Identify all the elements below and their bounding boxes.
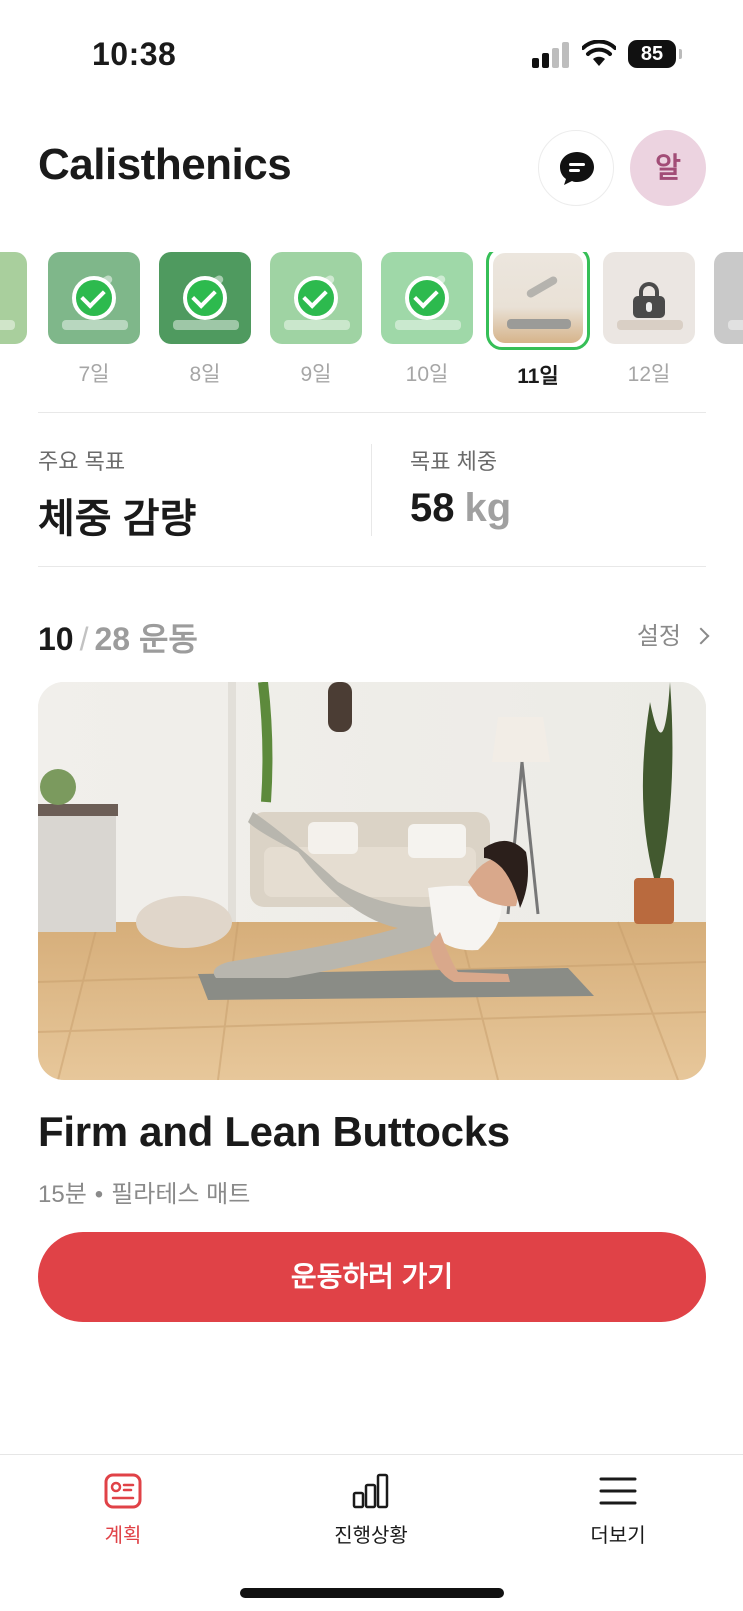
progress-done-count: 10: [38, 621, 74, 657]
day-label: 12일: [627, 363, 671, 386]
chevron-right-icon: [692, 627, 710, 645]
settings-link[interactable]: 설정: [636, 616, 710, 651]
chat-button[interactable]: [538, 130, 614, 206]
divider: [38, 566, 706, 567]
wifi-icon: [582, 40, 616, 66]
target-weight: 목표 체중 58 kg: [410, 444, 511, 531]
target-weight-label: 목표 체중: [410, 449, 498, 474]
day-thumbnail: [381, 252, 473, 344]
current-day-highlight: [486, 252, 590, 350]
day-thumbnail: [714, 252, 743, 344]
workout-title: Firm and Lean Buttocks: [38, 1108, 510, 1155]
menu-icon: [598, 1471, 638, 1511]
workout-illustration: [38, 682, 706, 1080]
status-time: 10:38: [92, 36, 177, 72]
battery-indicator: 85: [628, 40, 682, 68]
target-weight-value-row: 58 kg: [410, 486, 511, 531]
progress-total: 28 운동: [94, 621, 198, 657]
day-item-current[interactable]: 11일: [486, 252, 590, 390]
plan-icon: [103, 1471, 143, 1511]
completed-check-icon: [72, 276, 116, 320]
main-goal: 주요 목표 체중 감량: [38, 444, 196, 544]
status-bar: 10:38 85: [0, 0, 743, 110]
completed-check-icon: [183, 276, 227, 320]
day-label: 7일: [78, 363, 110, 386]
workout-equipment: 필라테스 매트: [111, 1181, 251, 1208]
lock-icon: [633, 282, 665, 318]
main-goal-value: 체중 감량: [38, 497, 197, 541]
day-thumbnail: [48, 252, 140, 344]
target-weight-value: 58: [410, 486, 455, 530]
tab-label: 진행상황: [334, 1525, 408, 1547]
tab-progress[interactable]: 진행상황: [311, 1471, 431, 1548]
tab-label: 계획: [104, 1525, 142, 1547]
day-item[interactable]: 10일: [381, 252, 473, 388]
main-goal-label: 주요 목표: [38, 449, 126, 474]
avatar[interactable]: 알: [630, 130, 706, 206]
day-label: 9일: [300, 363, 332, 386]
chat-bubble-icon: [560, 152, 594, 185]
day-thumbnail: [270, 252, 362, 344]
meta-separator: •: [94, 1181, 104, 1208]
completed-check-icon: [294, 276, 338, 320]
tab-plan[interactable]: 계획: [63, 1471, 183, 1548]
day-thumbnail: [159, 252, 251, 344]
day-item[interactable]: 7일: [48, 252, 140, 388]
day-label: 1: [714, 358, 743, 382]
workout-progress: 10/28 운동: [38, 614, 198, 660]
workout-meta: 15분 • 필라테스 매트: [38, 1174, 250, 1209]
divider: [38, 412, 706, 413]
cellular-signal-icon: [532, 42, 572, 68]
day-item[interactable]: [0, 252, 27, 344]
vertical-divider: [371, 444, 372, 536]
target-weight-unit: kg: [464, 486, 512, 530]
progress-slash: /: [79, 621, 89, 657]
day-item[interactable]: 9일: [270, 252, 362, 388]
page-title: Calisthenics: [38, 140, 292, 189]
day-thumbnail: [493, 253, 583, 343]
day-label: 11일: [517, 365, 559, 388]
day-label: 10일: [405, 363, 449, 386]
day-thumbnail: [603, 252, 695, 344]
day-label: 8일: [189, 363, 221, 386]
day-item[interactable]: 1: [714, 252, 743, 382]
day-strip: 7일 8일 9일 10일 11일 12일 1: [0, 252, 743, 392]
day-thumbnail: [0, 252, 27, 344]
tab-label: 더보기: [590, 1525, 646, 1547]
settings-label: 설정: [636, 623, 681, 650]
tab-more[interactable]: 더보기: [558, 1471, 678, 1548]
workout-duration: 15분: [38, 1181, 87, 1208]
progress-chart-icon: [351, 1471, 391, 1511]
start-workout-button[interactable]: 운동하러 가기: [38, 1232, 706, 1322]
workout-image[interactable]: [38, 682, 706, 1080]
home-indicator[interactable]: [240, 1588, 504, 1598]
completed-check-icon: [405, 276, 449, 320]
day-item[interactable]: 12일: [603, 252, 695, 388]
day-item[interactable]: 8일: [159, 252, 251, 388]
